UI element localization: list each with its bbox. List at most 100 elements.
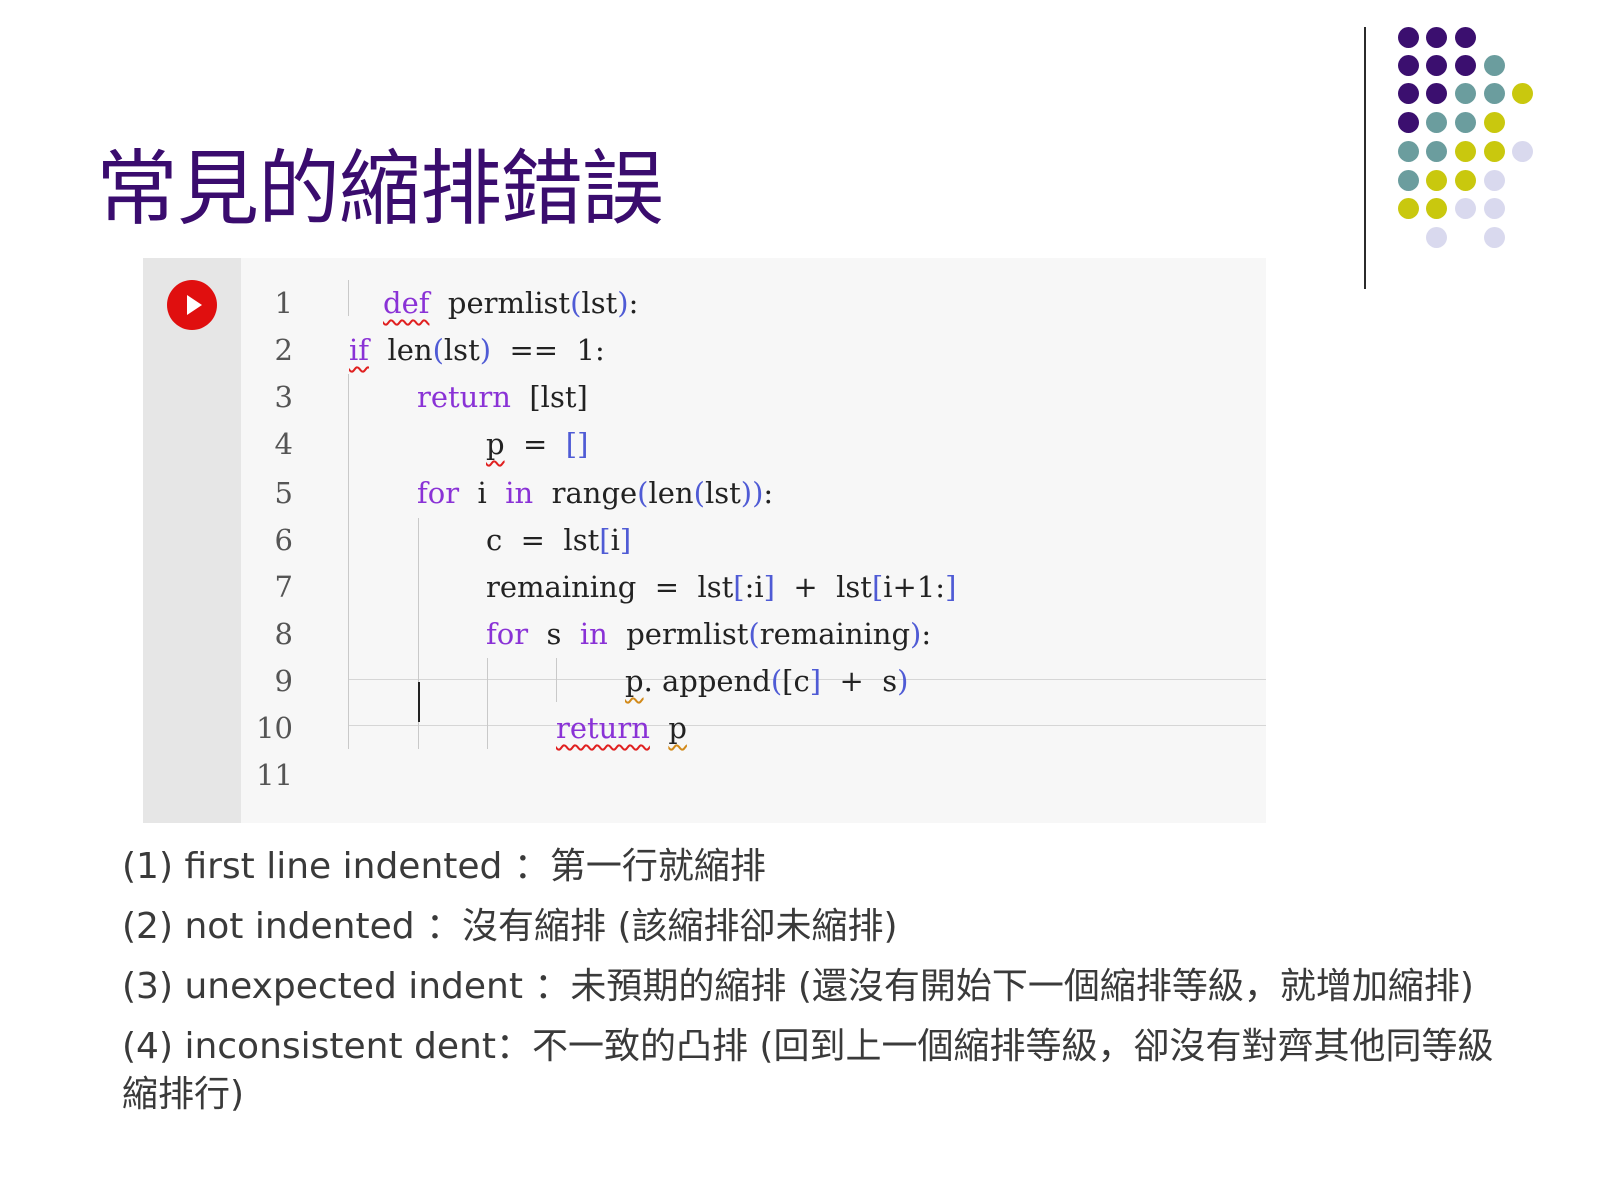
code-line-9: p. append([c] + s) [625,661,908,701]
line-number: 5 [274,476,293,510]
slide-title: 常見的縮排錯誤 [96,142,664,237]
keyword: return [556,711,650,745]
note-line-2: (2) not indented ：沒有縮排 (該縮排卻未縮排) [122,906,898,947]
line-number: 2 [274,333,293,367]
line-number: 11 [256,758,293,792]
line-number: 1 [274,286,293,320]
decor-dot [1426,198,1447,219]
decor-dot [1484,227,1505,248]
decor-dot [1398,83,1419,104]
title-divider-line [1364,27,1366,289]
play-icon[interactable] [167,280,217,330]
code-token: )) [740,476,764,510]
decor-dot [1455,55,1476,76]
code-token: ) [617,286,629,320]
decor-dot [1426,27,1447,48]
code-line-1: def permlist(lst): [383,283,638,323]
decor-dot [1426,227,1447,248]
note-line-4: (4) inconsistent dent：不一致的凸排 (回到上一個縮排等級，… [122,1026,1494,1067]
decor-dot [1398,170,1419,191]
decor-dot [1455,141,1476,162]
indent-guide [348,374,349,749]
line-number: 4 [274,427,293,461]
decor-dot [1455,27,1476,48]
line-number: 10 [256,711,293,745]
code-token: lst [704,476,741,510]
decor-dot [1426,141,1447,162]
code-token: remaining [759,617,911,651]
decor-dot [1398,112,1419,133]
code-token: permlist [607,617,749,651]
code-token: [ [782,664,794,698]
decor-dot [1455,83,1476,104]
code-token: ) [910,617,922,651]
decor-dot [1426,83,1447,104]
line-number: 9 [274,664,293,698]
code-token: ] [945,570,957,604]
keyword: for [486,617,529,651]
code-token: : [921,617,932,651]
line-number: 8 [274,617,293,651]
code-token: remaining = lst [486,570,734,604]
editor-gutter [143,258,241,823]
keyword: for [417,476,460,510]
code-token: ( [432,333,444,367]
code-token: + s [821,664,898,698]
code-token: [ [599,523,611,557]
keyword: in [505,476,534,510]
note-line-1: (1) first line indented ：第一行就縮排 [122,846,766,887]
note-line-3: (3) unexpected indent ：未預期的縮排 (還沒有開始下一個縮… [122,966,1474,1007]
code-token: i [459,476,506,510]
code-token: p [486,427,505,461]
decor-dot [1484,141,1505,162]
decor-dot [1426,112,1447,133]
indent-guide [556,658,557,702]
line-number: 3 [274,380,293,414]
code-token: + lst [774,570,872,604]
decor-dot [1398,27,1419,48]
decor-dot [1484,198,1505,219]
code-token: range [533,476,638,510]
code-token: : [763,476,774,510]
code-token: ] [809,664,822,698]
code-token: permlist [429,286,571,320]
code-token: [ [871,570,884,604]
keyword: in [579,617,608,651]
code-token: ) [479,333,492,367]
code-token: ] [576,380,588,414]
code-token: == 1: [491,333,605,367]
code-token: len [648,476,694,510]
code-token: lst [581,286,618,320]
indent-guide [487,658,488,749]
code-token: p [625,664,644,698]
decor-dot [1484,83,1505,104]
decor-dot [1455,198,1476,219]
code-token: : [628,286,639,320]
code-line-5: for i in range(len(lst)): [417,473,773,513]
decor-dot [1455,112,1476,133]
code-token: ] [619,523,632,557]
code-token: lst [540,380,577,414]
code-token: ) [897,664,909,698]
keyword: if [349,333,370,367]
code-token: ( [637,476,649,510]
code-token: len [369,333,433,367]
decor-dot [1398,55,1419,76]
code-editor-screenshot: 1 2 3 4 5 6 7 8 9 10 11 def permlist(lst… [143,258,1266,823]
decor-dot [1398,141,1419,162]
decor-dot [1398,198,1419,219]
code-token: = [504,427,566,461]
code-token: c [793,664,810,698]
code-line-3: return [lst] [417,377,588,417]
decor-dot [1484,112,1505,133]
code-token: ( [693,476,705,510]
decor-dot [1426,55,1447,76]
decor-dot [1512,141,1533,162]
code-line-10: return p [556,708,687,748]
code-token: p [668,711,687,745]
decor-dot [1455,170,1476,191]
code-token: lst [443,333,480,367]
code-token: c = lst [486,523,600,557]
